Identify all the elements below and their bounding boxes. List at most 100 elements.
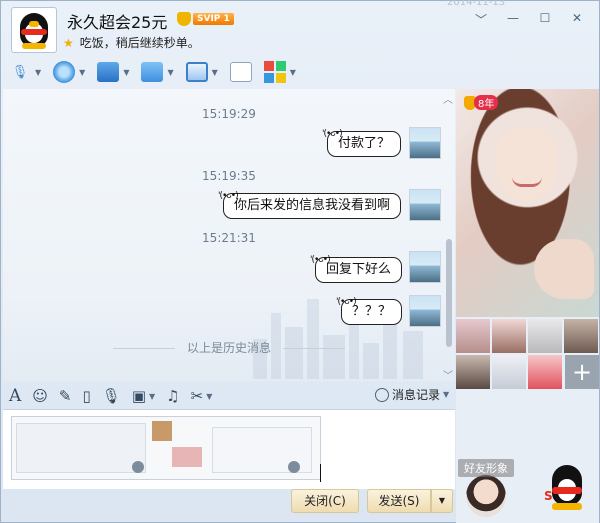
message-timestamp: 15:19:35: [202, 169, 256, 183]
sender-avatar[interactable]: [409, 127, 441, 159]
photo-thumbnail[interactable]: [456, 355, 490, 389]
chevron-down-icon[interactable]: ▼: [290, 68, 296, 77]
chevron-down-icon[interactable]: ▼: [443, 390, 449, 399]
voice-icon[interactable]: 🎙: [102, 387, 121, 405]
font-icon[interactable]: A: [9, 386, 21, 406]
microphone-icon: 🎙: [11, 64, 29, 80]
bottom-bar: 关闭(C) 发送(S) ▼: [3, 489, 455, 523]
remote-desktop-button[interactable]: ▼: [185, 62, 218, 82]
send-file-button[interactable]: ▼: [141, 62, 174, 82]
main-toolbar: 🎙 ▼ ▼ ▼ ▼ ▼ ▼: [9, 59, 308, 85]
message-bubble[interactable]: '(•ᴗ•) 付款了？: [322, 129, 402, 157]
vip-badge[interactable]: SVIP 1: [177, 12, 234, 26]
image-icon[interactable]: ▣ ▼: [132, 387, 155, 405]
chevron-down-icon[interactable]: ﹀: [443, 367, 453, 381]
photo-thumbnail[interactable]: [564, 319, 598, 353]
chevron-down-icon[interactable]: ▼: [206, 392, 212, 401]
camera-icon: [53, 61, 76, 83]
scissors-icon[interactable]: ✂ ▼: [191, 387, 213, 405]
message-text: 回复下好么: [326, 262, 392, 277]
pasted-screenshot[interactable]: [11, 416, 321, 480]
photo-thumbnail[interactable]: [528, 355, 562, 389]
close-chat-button[interactable]: 关闭(C): [291, 489, 359, 513]
chevron-up-icon[interactable]: ︿: [443, 91, 453, 106]
sender-avatar[interactable]: [409, 295, 441, 327]
music-icon[interactable]: ♫: [166, 387, 179, 405]
friend-avatar-image: [466, 475, 506, 517]
sender-avatar[interactable]: [409, 189, 441, 221]
collapse-button[interactable]: ﹀: [465, 11, 497, 28]
friend-avatar-label: 好友形象: [458, 459, 514, 477]
shake-icon[interactable]: ▯: [83, 387, 91, 405]
chevron-down-icon[interactable]: ▼: [79, 68, 85, 77]
bubble-ears-decoration: '(•ᴗ•): [310, 255, 331, 265]
send-file-icon: [141, 62, 164, 82]
text-cursor: [320, 464, 321, 482]
screen-share-button[interactable]: ▼: [97, 62, 129, 82]
add-photo-button[interactable]: +: [565, 355, 599, 389]
bubble-ears-decoration: '(•ᴗ•): [218, 191, 239, 201]
message-history-label: 消息记录: [392, 388, 441, 402]
magic-icon[interactable]: ✎: [59, 387, 72, 405]
friend-avatar-show[interactable]: 好友形象: [458, 459, 514, 523]
contact-signature: ★ 吃饭，稍后继续秒单。: [63, 34, 200, 51]
note-button[interactable]: [229, 62, 252, 82]
message-bubble[interactable]: '(•ᴗ•) 你后来发的信息我没看到啊: [218, 191, 402, 219]
chevron-down-icon[interactable]: ▼: [123, 68, 129, 77]
message-history[interactable]: ︿ 15:19:29 '(•ᴗ•) 付款了？ 15:19:35 '(•ᴗ•) 你…: [3, 89, 455, 381]
contact-avatar[interactable]: [11, 7, 57, 53]
send-button[interactable]: 发送(S): [367, 489, 431, 513]
message-text: 你后来发的信息我没看到啊: [234, 198, 391, 213]
photo-thumbnail[interactable]: [492, 355, 526, 389]
message-history-button[interactable]: 消息记录 ▼: [375, 386, 449, 403]
qq-chat-window: 2014-11-13 永久超会25元 SVIP 1 ★ 吃饭，稍后继续秒单。 ﹀…: [0, 0, 600, 523]
years-label: 8年: [474, 95, 499, 110]
maximize-button[interactable]: ☐: [529, 11, 561, 28]
video-call-button[interactable]: ▼: [53, 61, 85, 83]
note-icon: [229, 62, 252, 82]
message-text: ？？？: [352, 304, 392, 319]
contact-photo[interactable]: 8年: [456, 89, 599, 317]
chat-header: 2014-11-13 永久超会25元 SVIP 1 ★ 吃饭，稍后继续秒单。 ﹀…: [1, 0, 599, 57]
send-options-dropdown[interactable]: ▼: [431, 489, 453, 513]
emoji-icon[interactable]: ☺: [32, 387, 48, 405]
bubble-ears-decoration: '(•ᴗ•): [336, 297, 357, 307]
chevron-down-icon[interactable]: ▼: [212, 68, 218, 77]
chevron-down-icon[interactable]: ▼: [149, 392, 155, 401]
remote-desktop-icon: [185, 62, 208, 82]
star-icon: ★: [63, 35, 74, 50]
close-window-button[interactable]: ✕: [561, 11, 593, 28]
signature-text: 吃饭，稍后继续秒单。: [79, 36, 200, 50]
chevron-down-icon[interactable]: ▼: [167, 68, 173, 77]
bubble-ears-decoration: '(•ᴗ•): [322, 129, 343, 139]
svip-s-icon: S: [544, 489, 553, 503]
member-years-badge: 8年: [464, 95, 499, 110]
minimize-button[interactable]: —: [497, 11, 529, 28]
photo-thumbnail[interactable]: [528, 319, 562, 353]
window-controls: ﹀ — ☐ ✕: [465, 11, 593, 28]
message-input[interactable]: [3, 409, 455, 489]
photo-thumbnail[interactable]: [492, 319, 526, 353]
contact-nickname[interactable]: 永久超会25元: [67, 9, 167, 33]
apps-icon: [263, 61, 286, 83]
faint-date: 2014-11-13: [447, 0, 506, 8]
crown-icon: [177, 12, 191, 26]
contact-side-panel: 8年 + 好友形象 S: [456, 89, 599, 523]
voice-call-button[interactable]: 🎙 ▼: [9, 62, 41, 82]
screen-share-icon: [97, 62, 120, 82]
chat-scrollbar[interactable]: [446, 239, 452, 347]
clock-icon: [375, 387, 389, 402]
chevron-down-icon[interactable]: ▼: [35, 68, 41, 77]
vip-label: SVIP 1: [193, 13, 234, 25]
message-text: 付款了？: [338, 136, 391, 151]
message-timestamp: 15:21:31: [202, 231, 256, 245]
sender-avatar[interactable]: [409, 251, 441, 283]
message-bubble[interactable]: '(•ᴗ•) 回复下好么: [310, 255, 403, 283]
history-divider: 以上是历史消息: [3, 339, 455, 356]
photo-thumbnail[interactable]: [456, 319, 490, 353]
message-bubble[interactable]: '(•ᴗ•) ？？？: [336, 297, 403, 325]
apps-button[interactable]: ▼: [263, 61, 296, 83]
message-timestamp: 15:19:29: [202, 107, 256, 121]
qq-penguin-icon: [16, 11, 52, 49]
qq-penguin-icon: S: [544, 465, 588, 511]
